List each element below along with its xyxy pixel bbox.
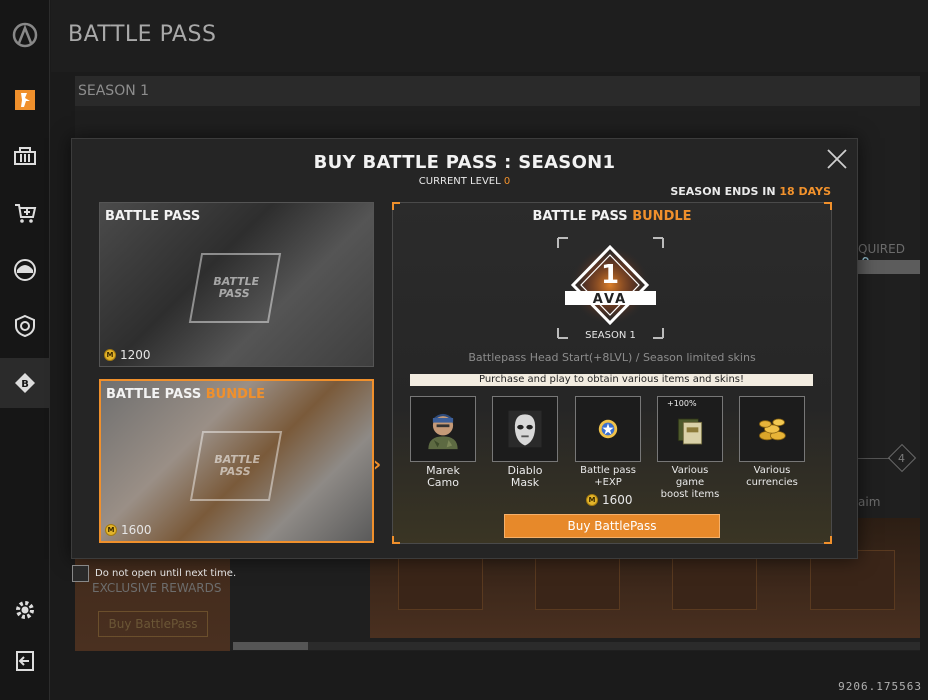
sidebar: B: [0, 0, 50, 700]
exp-badge-icon: [598, 419, 618, 439]
logo-icon[interactable]: [0, 10, 50, 60]
top-header: BATTLE PASS: [51, 0, 928, 72]
boost-box-icon: [677, 418, 703, 445]
scrollbar-thumb[interactable]: [233, 642, 308, 650]
corner-decoration: [824, 536, 832, 544]
battle-pass-emblem: BATTLE PASS: [189, 431, 283, 501]
bundle-banner: Purchase and play to obtain various item…: [410, 374, 813, 386]
play-icon[interactable]: [0, 75, 50, 125]
season-tab[interactable]: SEASON 1: [78, 83, 149, 99]
inventory-icon[interactable]: [0, 131, 50, 181]
item-boost-items[interactable]: +100% Various game boost items: [657, 396, 723, 501]
season-ends-value: 18 DAYS: [779, 185, 831, 198]
reward-card[interactable]: [535, 550, 620, 610]
item-thumbnail: [575, 396, 641, 462]
item-name: Marek Camo: [426, 464, 460, 489]
chevron-right-icon: ›: [373, 452, 382, 476]
item-marek-camo[interactable]: Marek Camo: [410, 396, 476, 489]
item-name: Battle pass +EXP: [580, 465, 636, 488]
corner-decoration: [392, 536, 400, 544]
horizontal-scrollbar[interactable]: [233, 642, 920, 650]
coins-icon: [759, 418, 786, 441]
coin-icon: M: [586, 494, 598, 506]
season-ends: SEASON ENDS IN 18 DAYS: [670, 185, 831, 198]
bundle-detail-panel: BATTLE PASS BUNDLE 1 AVA SEASON 1 Battle…: [392, 202, 832, 544]
option-battle-pass[interactable]: BATTLE PASS BATTLE PASS M 1200: [99, 202, 374, 367]
do-not-open-checkbox[interactable]: Do not open until next time.: [72, 565, 236, 582]
option-label: BATTLE PASS: [105, 209, 201, 224]
detail-title: BATTLE PASS BUNDLE: [532, 209, 692, 224]
reward-card[interactable]: [398, 550, 483, 610]
exclusive-rewards-label: EXCLUSIVE REWARDS: [92, 581, 222, 595]
option-label: BATTLE PASS BUNDLE: [106, 387, 266, 402]
item-battle-pass-exp[interactable]: Battle pass +EXP: [575, 396, 641, 489]
buy-battlepass-button[interactable]: Buy BattlePass: [504, 514, 720, 538]
season-ends-label: SEASON ENDS IN: [670, 185, 776, 198]
do-not-open-label: Do not open until next time.: [95, 568, 237, 579]
option-battle-pass-bundle[interactable]: BATTLE PASS BATTLE PASS BUNDLE M 1600: [99, 379, 374, 543]
battle-pass-icon[interactable]: B: [0, 358, 50, 408]
bundle-price: M 1600: [586, 493, 633, 507]
item-diablo-mask[interactable]: Diablo Mask: [492, 396, 558, 489]
emblem-season-label: SEASON 1: [585, 330, 636, 341]
reward-card[interactable]: [672, 550, 757, 610]
rank-shield-icon[interactable]: [0, 301, 50, 351]
background-buy-button[interactable]: Buy BattlePass: [98, 611, 208, 637]
coin-icon: M: [104, 349, 116, 361]
item-currencies[interactable]: Various currencies: [739, 396, 805, 489]
current-level-value: 0: [503, 176, 511, 187]
modal-title: BUY BATTLE PASS : SEASON1: [313, 152, 616, 173]
version-label: 9206.175563: [838, 680, 922, 693]
item-thumbnail: [410, 396, 476, 462]
soldier-portrait-icon: [428, 413, 458, 450]
page-title: BATTLE PASS: [68, 22, 217, 47]
coin-icon: M: [105, 524, 117, 536]
boost-badge: +100%: [667, 399, 697, 408]
item-thumbnail: +100%: [657, 396, 723, 462]
step-number: 4: [898, 452, 905, 465]
close-icon[interactable]: [825, 147, 849, 171]
option-price: M 1200: [104, 348, 151, 362]
settings-gear-icon[interactable]: [0, 585, 50, 635]
item-thumbnail: [492, 396, 558, 462]
checkbox[interactable]: [72, 565, 89, 582]
clan-helmet-icon[interactable]: [0, 245, 50, 295]
item-name: Diablo Mask: [507, 464, 543, 489]
battle-pass-emblem: BATTLE PASS: [188, 253, 282, 323]
item-name: Various currencies: [746, 465, 798, 488]
track-line: [855, 458, 890, 459]
option-price: M 1600: [105, 523, 152, 537]
current-level-label: CURRENT LEVEL: [418, 176, 501, 187]
buy-battle-pass-modal: BUY BATTLE PASS : SEASON1 CURRENT LEVEL …: [71, 138, 858, 559]
exit-icon[interactable]: [0, 636, 50, 686]
season-tab-bar: SEASON 1: [75, 76, 920, 106]
season-emblem: 1 AVA SEASON 1: [553, 233, 668, 343]
reward-card[interactable]: [810, 550, 895, 610]
bundle-description: Battlepass Head Start(+8LVL) / Season li…: [468, 351, 756, 364]
progress-bar: [858, 260, 920, 274]
svg-text:B: B: [21, 379, 29, 390]
item-thumbnail: [739, 396, 805, 462]
shop-cart-icon[interactable]: [0, 188, 50, 238]
emblem-number: 1: [601, 260, 619, 290]
emblem-brand: AVA: [593, 292, 627, 307]
claim-label: aim: [858, 495, 881, 509]
mask-icon: [508, 410, 542, 448]
item-name: Various game boost items: [660, 465, 720, 500]
